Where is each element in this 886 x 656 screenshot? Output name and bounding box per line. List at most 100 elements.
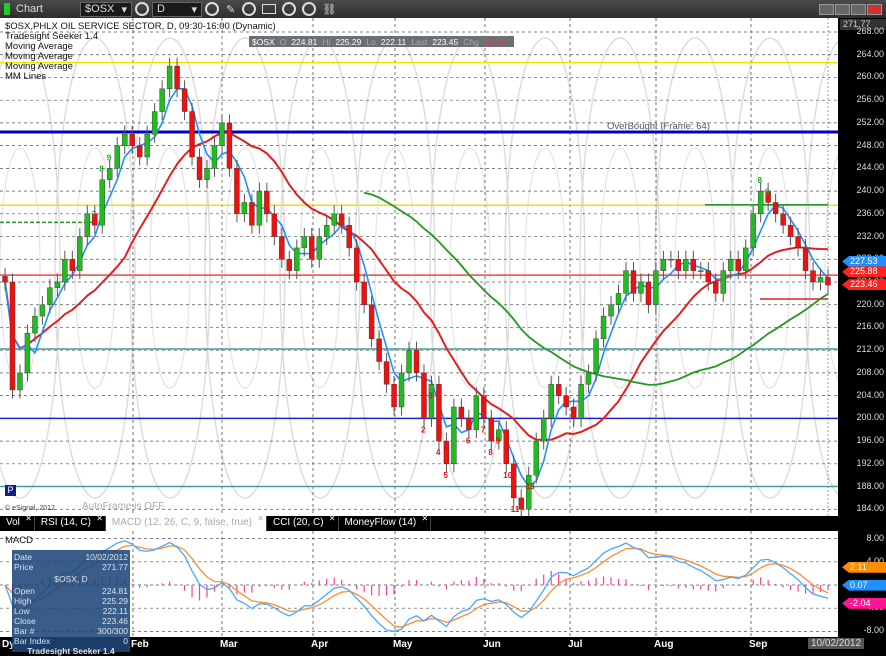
count-label: 9 bbox=[765, 187, 770, 196]
indicator-tabs: Vol ✕ RSI (14, C) ✕ MACD (12, 26, C, 9, fals… bbox=[0, 514, 886, 531]
tooltip-row-label: High bbox=[14, 596, 32, 606]
price-tick: 264.00 bbox=[856, 48, 884, 59]
legend-item[interactable]: MM Lines bbox=[5, 71, 46, 83]
count-label: 7 bbox=[92, 210, 97, 219]
month-label: Feb bbox=[131, 639, 149, 650]
screen-icon[interactable] bbox=[262, 4, 277, 14]
close-tab-icon[interactable]: ✕ bbox=[329, 514, 336, 523]
candle bbox=[181, 88, 188, 112]
maximize-button[interactable] bbox=[851, 3, 866, 15]
tooltip-price: 271.77 bbox=[102, 562, 128, 572]
refresh-icon[interactable] bbox=[242, 2, 257, 16]
candle bbox=[264, 190, 270, 215]
candle bbox=[540, 418, 547, 442]
alert-icon[interactable] bbox=[302, 2, 317, 16]
high-label: Hi bbox=[322, 36, 331, 47]
candle bbox=[458, 406, 465, 419]
close-tab-icon[interactable]: ✕ bbox=[257, 514, 264, 523]
pencil-icon[interactable]: ✎ bbox=[226, 3, 235, 16]
tab-label: MoneyFlow (14) bbox=[344, 517, 417, 528]
price-tag: 223.46 bbox=[842, 279, 886, 291]
date-axis[interactable]: Dy 10/02/2012 Feb Mar Apr May Jun Jul Aug Sep bbox=[0, 637, 886, 652]
candle bbox=[129, 134, 135, 146]
low-label: Lo bbox=[366, 36, 376, 47]
count-label: 5 bbox=[443, 471, 448, 480]
candle bbox=[69, 259, 76, 271]
price-tag: 227.53 bbox=[842, 255, 886, 267]
link-icon[interactable]: ⛓ bbox=[322, 3, 336, 16]
open-label: O bbox=[279, 36, 287, 47]
price-tick: 208.00 bbox=[856, 366, 884, 377]
open-value: 224.81 bbox=[291, 36, 318, 47]
candle bbox=[301, 236, 307, 249]
frame-ellipse bbox=[749, 147, 791, 389]
candle bbox=[795, 236, 801, 249]
tooltip-row-label: Close bbox=[14, 616, 36, 626]
candle bbox=[533, 440, 539, 476]
minimize-button[interactable] bbox=[835, 3, 850, 15]
candle bbox=[107, 168, 113, 180]
macd-title: MACD bbox=[5, 535, 33, 546]
candle bbox=[735, 259, 741, 271]
p-badge[interactable]: P bbox=[5, 485, 16, 496]
frame-ellipse bbox=[599, 147, 641, 389]
restore-button[interactable] bbox=[819, 3, 834, 15]
tab-vol[interactable]: Vol ✕ bbox=[0, 514, 35, 531]
price-tick: 256.00 bbox=[856, 94, 884, 105]
candle bbox=[645, 281, 652, 305]
price-tick: 268.00 bbox=[856, 26, 884, 36]
frame-ellipse bbox=[449, 147, 491, 389]
candle bbox=[511, 463, 517, 499]
clock-icon[interactable] bbox=[205, 2, 219, 16]
macd-axis[interactable]: 8.004.000.00-4.00-8.002.110.07-2.04 bbox=[838, 531, 886, 637]
candle bbox=[406, 349, 412, 374]
interval-select[interactable]: D ▾ bbox=[152, 1, 202, 17]
candle bbox=[683, 259, 689, 271]
candle bbox=[675, 259, 682, 271]
chart-title: Chart bbox=[16, 3, 43, 15]
play-icon[interactable] bbox=[282, 2, 297, 16]
count-label: 13 bbox=[526, 482, 535, 491]
tooltip-symbol: $OSX, D bbox=[54, 574, 88, 584]
count-label: 7 bbox=[481, 425, 486, 434]
candle bbox=[77, 236, 83, 271]
candle bbox=[54, 281, 61, 288]
candle bbox=[346, 224, 352, 249]
tooltip-row: Bar # 300/300 bbox=[14, 626, 128, 636]
tab-moneyflow[interactable]: MoneyFlow (14) ✕ bbox=[339, 514, 432, 531]
tooltip-date: 10/02/2012 bbox=[85, 552, 128, 562]
tab-label: CCI (20, C) bbox=[272, 517, 324, 528]
candle bbox=[353, 247, 360, 283]
close-button[interactable] bbox=[867, 3, 882, 15]
tooltip-date-label: Date bbox=[14, 552, 32, 562]
price-axis[interactable]: 271.77 268.00 264.00 260.00 256.00 252.00 248… bbox=[838, 18, 886, 536]
candle bbox=[653, 270, 659, 305]
symbol-input[interactable]: $OSX ▾ bbox=[80, 1, 132, 17]
chg-value: -0.79 bbox=[483, 36, 504, 47]
candle bbox=[17, 372, 23, 391]
price-tick: 252.00 bbox=[856, 116, 884, 127]
tooltip-row-value: 224.81 bbox=[102, 586, 128, 596]
tab-macd[interactable]: MACD (12, 26, C, 9, false, true) ✕ bbox=[105, 514, 267, 531]
tooltip-row-value: 222.11 bbox=[102, 606, 128, 616]
symbol-settings-icon[interactable] bbox=[135, 2, 149, 16]
candle bbox=[189, 111, 195, 158]
tab-rsi[interactable]: RSI (14, C) ✕ bbox=[35, 514, 106, 531]
price-tick: 260.00 bbox=[856, 71, 884, 82]
candle bbox=[368, 304, 375, 340]
price-chart[interactable]: 789234567891011121389 $OSX,PHLX OIL SERV… bbox=[0, 18, 886, 533]
candle bbox=[593, 338, 599, 374]
candle bbox=[47, 287, 53, 305]
count-label: 11 bbox=[511, 505, 520, 514]
close-tab-icon[interactable]: ✕ bbox=[96, 514, 103, 523]
candle bbox=[294, 247, 300, 271]
count-label: 6 bbox=[466, 437, 471, 446]
tab-cci[interactable]: CCI (20, C) ✕ bbox=[267, 514, 339, 531]
count-label: 8 bbox=[99, 165, 104, 174]
price-tick: 188.00 bbox=[856, 480, 884, 491]
close-tab-icon[interactable]: ✕ bbox=[25, 514, 32, 523]
close-tab-icon[interactable]: ✕ bbox=[422, 514, 429, 523]
count-label: 4 bbox=[436, 448, 441, 457]
candle bbox=[122, 134, 128, 146]
candle bbox=[286, 259, 293, 271]
